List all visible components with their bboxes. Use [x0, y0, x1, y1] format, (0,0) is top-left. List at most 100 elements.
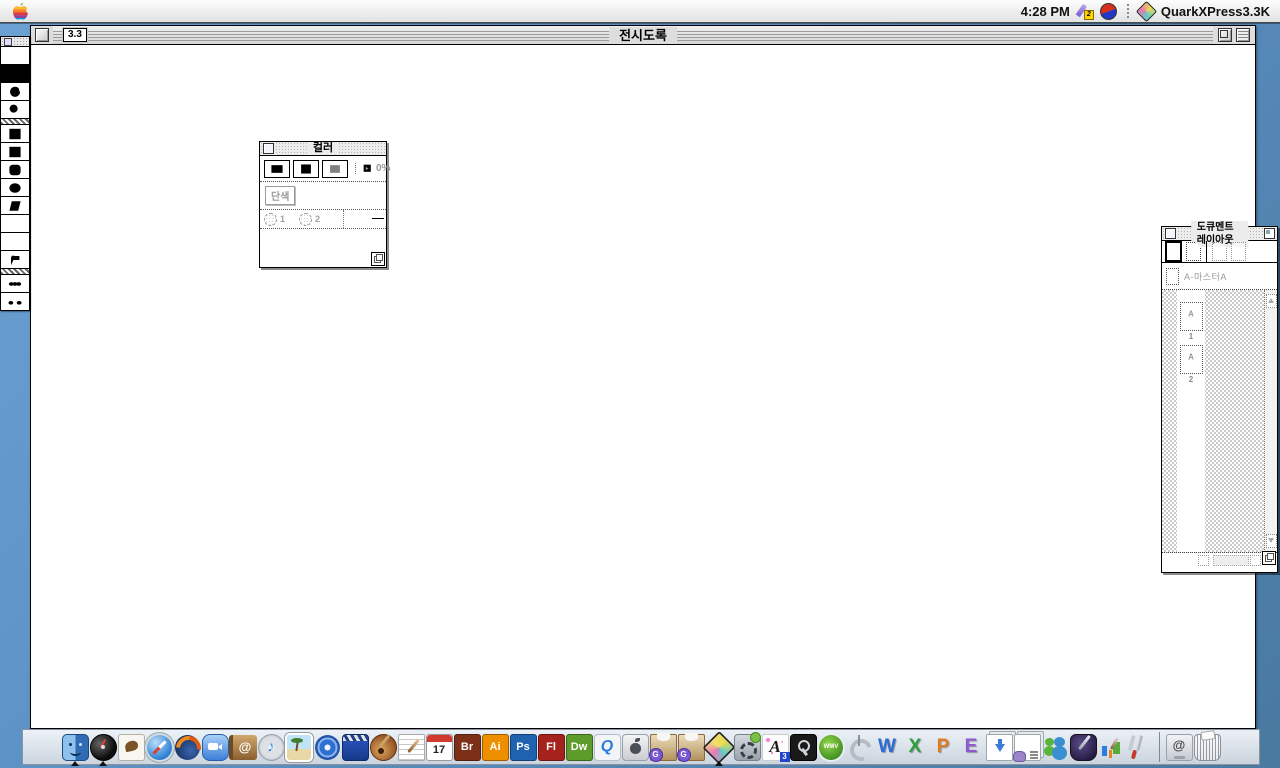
- dock-adobe-photoshop[interactable]: Ps: [509, 731, 537, 763]
- dock-ms-entourage[interactable]: E: [957, 731, 985, 763]
- korean-ime-swirl-icon[interactable]: [1100, 3, 1117, 20]
- master-page-row[interactable]: A-마스터A: [1162, 263, 1277, 290]
- scroll-right-arrow[interactable]: [1250, 555, 1261, 566]
- layout-palette-title-bar[interactable]: 도큐멘트레이아웃: [1162, 227, 1277, 241]
- window-close-box[interactable]: [35, 28, 49, 42]
- dock-toolbox-app[interactable]: [789, 731, 817, 763]
- dock-ical[interactable]: 17: [425, 731, 453, 763]
- layout-vertical-scrollbar[interactable]: [1264, 290, 1277, 552]
- tool-rect-picture-box[interactable]: [1, 143, 29, 161]
- color-swatch-1[interactable]: 1: [264, 213, 285, 226]
- dock-ink-writer[interactable]: [1069, 731, 1097, 763]
- scroll-down-arrow[interactable]: [1266, 534, 1277, 548]
- dock-gear-utility[interactable]: [733, 731, 761, 763]
- colors-palette-resize-grip[interactable]: [371, 252, 385, 266]
- dock-dashboard[interactable]: [89, 731, 117, 763]
- dock-itunes[interactable]: ♪: [257, 731, 285, 763]
- colors-palette-title-bar[interactable]: 컬러: [260, 142, 386, 156]
- dock-ms-powerpoint[interactable]: P: [929, 731, 957, 763]
- version-badge: 3.3: [63, 28, 87, 42]
- layout-palette-zoom-box[interactable]: [1264, 228, 1275, 239]
- page-thumbnail-2[interactable]: A 2: [1180, 345, 1203, 374]
- tool-oval-picture-box[interactable]: [1, 179, 29, 197]
- tool-polygon-picture-box[interactable]: [1, 197, 29, 215]
- frame-color-button[interactable]: [264, 160, 290, 178]
- layout-horizontal-scrollbar[interactable]: [1162, 553, 1277, 566]
- dock-installer-box-g-2[interactable]: G: [677, 731, 705, 763]
- dock-document-transfer[interactable]: [985, 731, 1013, 763]
- swatch-color-dot: [264, 213, 277, 226]
- dock-chart-app[interactable]: [1097, 731, 1125, 763]
- dock-messenger[interactable]: [1041, 731, 1069, 763]
- color-swatch-2[interactable]: 2: [299, 213, 320, 226]
- icons-vsep: [1206, 241, 1207, 262]
- tool-item[interactable]: [1, 47, 29, 65]
- tool-palette-drag-bar[interactable]: [1, 37, 29, 47]
- tool-orthogonal-line[interactable]: [1, 215, 29, 233]
- dock-tools-utility[interactable]: [1125, 731, 1153, 763]
- dock-clamp-compressor[interactable]: [845, 731, 873, 763]
- layout-palette-resize-grip[interactable]: [1262, 551, 1276, 565]
- dock-adobe-illustrator[interactable]: Ai: [481, 731, 509, 763]
- background-color-button[interactable]: [322, 160, 348, 178]
- menu-bar: 4:28 PM 2 QuarkXPress3.3K: [0, 0, 1280, 23]
- delete-page-icon[interactable]: [1231, 242, 1246, 261]
- dock-iphoto[interactable]: [285, 731, 313, 763]
- dock-mail-stamp[interactable]: @: [1165, 731, 1193, 763]
- scroll-left-arrow[interactable]: [1198, 555, 1209, 566]
- dock-imovie[interactable]: [341, 731, 369, 763]
- dock-adobe-dreamweaver[interactable]: Dw: [565, 731, 593, 763]
- dock-apple-remote-app[interactable]: [621, 731, 649, 763]
- tool-content[interactable]: [1, 65, 29, 83]
- menu-clock[interactable]: 4:28 PM: [1021, 4, 1070, 19]
- dock-installer-box-g-1[interactable]: G: [649, 731, 677, 763]
- solid-color-button[interactable]: 단색: [265, 186, 295, 205]
- dock-quicktime[interactable]: Q: [593, 731, 621, 763]
- dock-ichat[interactable]: [201, 731, 229, 763]
- tool-text-box[interactable]: [1, 125, 29, 143]
- dock-finder[interactable]: [61, 731, 89, 763]
- page-thumbnail-1[interactable]: A 1: [1180, 302, 1203, 331]
- window-zoom-box[interactable]: [1218, 28, 1232, 42]
- window-title-bar[interactable]: 3.3 전시도록: [31, 26, 1255, 45]
- dock-ms-excel[interactable]: X: [901, 731, 929, 763]
- dock-idvd[interactable]: [313, 731, 341, 763]
- apple-menu-icon[interactable]: [12, 2, 29, 20]
- window-collapse-box[interactable]: [1236, 28, 1250, 42]
- input-method-pencil-icon[interactable]: 2: [1077, 3, 1093, 19]
- contents-color-button[interactable]: [293, 160, 319, 178]
- dock-archive-utility[interactable]: [1013, 731, 1041, 763]
- input-method-badge: 2: [1084, 10, 1094, 20]
- dock-quarkxpress[interactable]: [705, 731, 733, 763]
- tool-link[interactable]: [1, 275, 29, 293]
- document-page-area[interactable]: [31, 45, 1255, 728]
- dock-adobe-flash[interactable]: Fl: [537, 731, 565, 763]
- dock-firefox[interactable]: [173, 731, 201, 763]
- dock-calligraphy-app[interactable]: A 3: [761, 731, 789, 763]
- tool-diagonal-line[interactable]: [1, 233, 29, 251]
- blank-page-icon[interactable]: [1165, 241, 1182, 262]
- layout-palette-close-box[interactable]: [1165, 228, 1176, 239]
- colors-palette: 컬러 0% 단색 1: [259, 141, 387, 268]
- document-window: 3.3 전시도록: [30, 25, 1256, 729]
- colors-palette-title: 컬러: [307, 142, 339, 155]
- colors-palette-close-box[interactable]: [263, 143, 274, 154]
- dock-garageband[interactable]: [369, 731, 397, 763]
- dock-safari[interactable]: [145, 731, 173, 763]
- dock-adobe-bridge[interactable]: Br: [453, 731, 481, 763]
- tool-rounded-picture-box[interactable]: [1, 161, 29, 179]
- dock-trash[interactable]: [1193, 731, 1221, 763]
- active-app-name[interactable]: QuarkXPress3.3K: [1161, 4, 1270, 19]
- dock-text-editor[interactable]: [397, 731, 425, 763]
- tool-zoom[interactable]: [1, 101, 29, 119]
- dock-address-book[interactable]: @: [229, 731, 257, 763]
- shade-value[interactable]: 0%: [376, 163, 390, 174]
- dock-wmv-player[interactable]: WMV: [817, 731, 845, 763]
- tool-rotate[interactable]: [1, 83, 29, 101]
- tool-text-path[interactable]: [1, 251, 29, 269]
- tool-unlink[interactable]: [1, 293, 29, 310]
- scroll-up-arrow[interactable]: [1266, 294, 1277, 308]
- dock-ms-word[interactable]: W: [873, 731, 901, 763]
- dock-preview[interactable]: [117, 731, 145, 763]
- quarkxpress-app-icon[interactable]: [1136, 0, 1157, 21]
